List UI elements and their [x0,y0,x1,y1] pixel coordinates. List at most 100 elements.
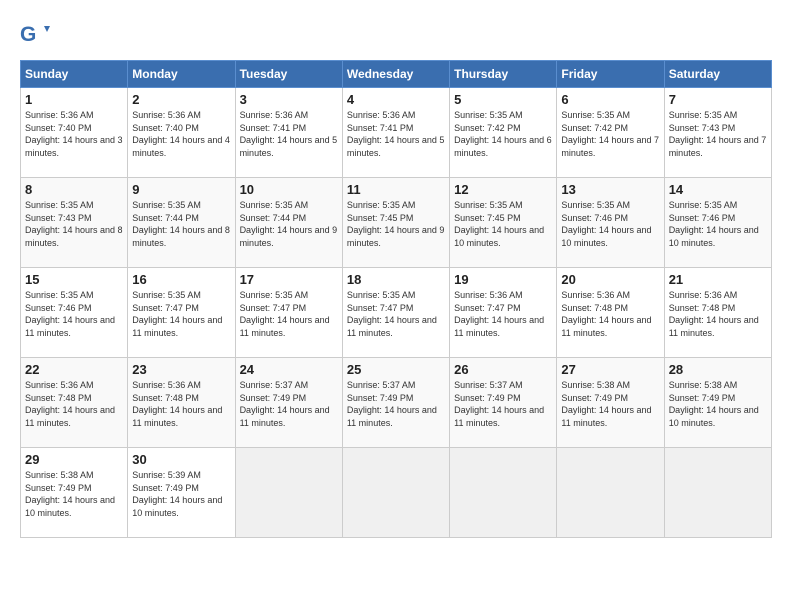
day-number: 15 [25,272,123,287]
calendar-cell: 2Sunrise: 5:36 AMSunset: 7:40 PMDaylight… [128,88,235,178]
day-number: 9 [132,182,230,197]
calendar-body: 1 Sunrise: 5:36 AMSunset: 7:40 PMDaylight… [21,88,772,538]
day-info: Sunrise: 5:36 AMSunset: 7:41 PMDaylight:… [347,109,445,159]
day-info: Sunrise: 5:37 AMSunset: 7:49 PMDaylight:… [454,379,552,429]
calendar-cell: 1 Sunrise: 5:36 AMSunset: 7:40 PMDaylight… [21,88,128,178]
calendar-cell: 26 Sunrise: 5:37 AMSunset: 7:49 PMDayligh… [450,358,557,448]
header-saturday: Saturday [664,61,771,88]
header-thursday: Thursday [450,61,557,88]
logo: G [20,20,54,50]
day-info: Sunrise: 5:36 AMSunset: 7:48 PMDaylight:… [561,289,659,339]
calendar-cell: 8 Sunrise: 5:35 AMSunset: 7:43 PMDaylight… [21,178,128,268]
day-number: 20 [561,272,659,287]
calendar-cell: 28 Sunrise: 5:38 AMSunset: 7:49 PMDayligh… [664,358,771,448]
calendar-cell: 12 Sunrise: 5:35 AMSunset: 7:45 PMDayligh… [450,178,557,268]
day-info: Sunrise: 5:38 AMSunset: 7:49 PMDaylight:… [561,379,659,429]
day-number: 3 [240,92,338,107]
day-number: 30 [132,452,230,467]
calendar-cell: 15 Sunrise: 5:35 AMSunset: 7:46 PMDayligh… [21,268,128,358]
calendar-week-row: 22 Sunrise: 5:36 AMSunset: 7:48 PMDayligh… [21,358,772,448]
day-number: 19 [454,272,552,287]
calendar-cell: 24 Sunrise: 5:37 AMSunset: 7:49 PMDayligh… [235,358,342,448]
calendar-week-row: 1 Sunrise: 5:36 AMSunset: 7:40 PMDaylight… [21,88,772,178]
day-number: 5 [454,92,552,107]
day-info: Sunrise: 5:36 AMSunset: 7:47 PMDaylight:… [454,289,552,339]
day-number: 16 [132,272,230,287]
day-info: Sunrise: 5:35 AMSunset: 7:46 PMDaylight:… [25,289,123,339]
day-info: Sunrise: 5:35 AMSunset: 7:46 PMDaylight:… [561,199,659,249]
calendar-cell [450,448,557,538]
day-info: Sunrise: 5:35 AMSunset: 7:42 PMDaylight:… [561,109,659,159]
day-info: Sunrise: 5:39 AMSunset: 7:49 PMDaylight:… [132,469,230,519]
svg-text:G: G [20,23,36,46]
day-number: 7 [669,92,767,107]
day-number: 4 [347,92,445,107]
day-info: Sunrise: 5:38 AMSunset: 7:49 PMDaylight:… [669,379,767,429]
calendar-cell: 30 Sunrise: 5:39 AMSunset: 7:49 PMDayligh… [128,448,235,538]
day-info: Sunrise: 5:35 AMSunset: 7:45 PMDaylight:… [454,199,552,249]
day-info: Sunrise: 5:35 AMSunset: 7:47 PMDaylight:… [132,289,230,339]
day-number: 29 [25,452,123,467]
day-number: 22 [25,362,123,377]
calendar-table: SundayMondayTuesdayWednesdayThursdayFrid… [20,60,772,538]
day-info: Sunrise: 5:35 AMSunset: 7:45 PMDaylight:… [347,199,445,249]
page-header: G [20,20,772,50]
calendar-week-row: 29 Sunrise: 5:38 AMSunset: 7:49 PMDayligh… [21,448,772,538]
day-number: 27 [561,362,659,377]
calendar-week-row: 8 Sunrise: 5:35 AMSunset: 7:43 PMDaylight… [21,178,772,268]
calendar-cell: 19 Sunrise: 5:36 AMSunset: 7:47 PMDayligh… [450,268,557,358]
calendar-cell [557,448,664,538]
day-number: 11 [347,182,445,197]
day-number: 12 [454,182,552,197]
calendar-cell: 11 Sunrise: 5:35 AMSunset: 7:45 PMDayligh… [342,178,449,268]
calendar-cell: 3 Sunrise: 5:36 AMSunset: 7:41 PMDaylight… [235,88,342,178]
calendar-cell: 14Sunrise: 5:35 AMSunset: 7:46 PMDayligh… [664,178,771,268]
day-info: Sunrise: 5:36 AMSunset: 7:48 PMDaylight:… [132,379,230,429]
day-info: Sunrise: 5:36 AMSunset: 7:41 PMDaylight:… [240,109,338,159]
day-number: 6 [561,92,659,107]
calendar-cell: 9 Sunrise: 5:35 AMSunset: 7:44 PMDaylight… [128,178,235,268]
header-monday: Monday [128,61,235,88]
calendar-cell: 25Sunrise: 5:37 AMSunset: 7:49 PMDayligh… [342,358,449,448]
day-number: 23 [132,362,230,377]
calendar-cell: 21Sunrise: 5:36 AMSunset: 7:48 PMDayligh… [664,268,771,358]
day-number: 25 [347,362,445,377]
day-info: Sunrise: 5:35 AMSunset: 7:44 PMDaylight:… [240,199,338,249]
day-number: 26 [454,362,552,377]
day-number: 13 [561,182,659,197]
calendar-cell [664,448,771,538]
calendar-cell: 29 Sunrise: 5:38 AMSunset: 7:49 PMDayligh… [21,448,128,538]
day-info: Sunrise: 5:37 AMSunset: 7:49 PMDaylight:… [240,379,338,429]
header-tuesday: Tuesday [235,61,342,88]
day-number: 18 [347,272,445,287]
logo-icon: G [20,20,50,50]
day-info: Sunrise: 5:35 AMSunset: 7:47 PMDaylight:… [347,289,445,339]
calendar-cell: 22 Sunrise: 5:36 AMSunset: 7:48 PMDayligh… [21,358,128,448]
day-info: Sunrise: 5:35 AMSunset: 7:43 PMDaylight:… [669,109,767,159]
day-number: 24 [240,362,338,377]
day-number: 14 [669,182,767,197]
day-info: Sunrise: 5:38 AMSunset: 7:49 PMDaylight:… [25,469,123,519]
calendar-cell [342,448,449,538]
day-info: Sunrise: 5:36 AMSunset: 7:48 PMDaylight:… [669,289,767,339]
day-number: 2 [132,92,230,107]
calendar-cell: 20 Sunrise: 5:36 AMSunset: 7:48 PMDayligh… [557,268,664,358]
calendar-cell: 27 Sunrise: 5:38 AMSunset: 7:49 PMDayligh… [557,358,664,448]
calendar-header-row: SundayMondayTuesdayWednesdayThursdayFrid… [21,61,772,88]
day-info: Sunrise: 5:35 AMSunset: 7:43 PMDaylight:… [25,199,123,249]
header-wednesday: Wednesday [342,61,449,88]
day-info: Sunrise: 5:36 AMSunset: 7:40 PMDaylight:… [25,109,123,159]
day-number: 17 [240,272,338,287]
calendar-cell: 6 Sunrise: 5:35 AMSunset: 7:42 PMDaylight… [557,88,664,178]
day-info: Sunrise: 5:35 AMSunset: 7:47 PMDaylight:… [240,289,338,339]
calendar-cell: 17 Sunrise: 5:35 AMSunset: 7:47 PMDayligh… [235,268,342,358]
calendar-cell: 4 Sunrise: 5:36 AMSunset: 7:41 PMDaylight… [342,88,449,178]
day-number: 8 [25,182,123,197]
day-info: Sunrise: 5:36 AMSunset: 7:48 PMDaylight:… [25,379,123,429]
day-info: Sunrise: 5:35 AMSunset: 7:42 PMDaylight:… [454,109,552,159]
calendar-cell: 13 Sunrise: 5:35 AMSunset: 7:46 PMDayligh… [557,178,664,268]
day-number: 1 [25,92,123,107]
day-number: 28 [669,362,767,377]
day-info: Sunrise: 5:35 AMSunset: 7:44 PMDaylight:… [132,199,230,249]
calendar-cell: 16 Sunrise: 5:35 AMSunset: 7:47 PMDayligh… [128,268,235,358]
